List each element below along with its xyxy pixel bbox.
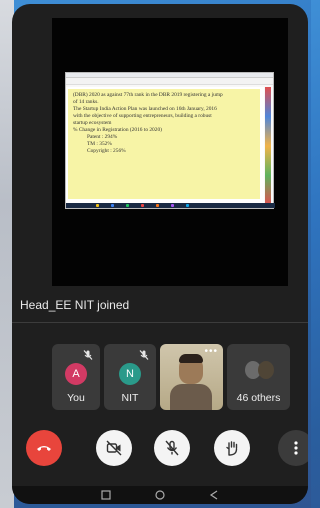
mic-off-icon bbox=[139, 350, 149, 360]
more-options-icon[interactable]: ••• bbox=[204, 346, 218, 357]
ppt-side-toolbar bbox=[265, 87, 271, 205]
more-options-button[interactable] bbox=[278, 430, 308, 466]
raise-hand-button[interactable] bbox=[214, 430, 250, 466]
mic-toggle-button[interactable] bbox=[154, 430, 190, 466]
recent-apps-icon[interactable] bbox=[100, 489, 112, 501]
end-call-button[interactable] bbox=[26, 430, 62, 466]
slide-line: (DBR) 2020 as against 77th rank in the D… bbox=[73, 92, 223, 98]
meeting-screen: (DBR) 2020 as against 77th rank in the D… bbox=[12, 4, 308, 504]
slide-content: (DBR) 2020 as against 77th rank in the D… bbox=[68, 89, 260, 199]
vertical-dots-icon bbox=[294, 441, 298, 455]
home-icon[interactable] bbox=[154, 489, 166, 501]
shared-taskbar bbox=[66, 203, 275, 208]
others-count-label: 46 others bbox=[236, 392, 281, 404]
slide-canvas: (DBR) 2020 as against 77th rank in the D… bbox=[66, 87, 264, 205]
video-person-shirt bbox=[170, 384, 212, 410]
shared-window-toolbar bbox=[66, 78, 273, 85]
android-navigation-bar bbox=[12, 486, 308, 504]
others-tile[interactable]: 46 others bbox=[227, 344, 290, 410]
avatar: N bbox=[119, 363, 141, 385]
slide-line: with the objective of supporting entrepr… bbox=[73, 113, 212, 119]
participant-tile-nit[interactable]: N NIT bbox=[104, 344, 156, 410]
slide-line: Patent : 294% bbox=[87, 134, 118, 140]
mic-off-icon bbox=[165, 440, 179, 456]
shared-screen-window: (DBR) 2020 as against 77th rank in the D… bbox=[65, 72, 275, 209]
mic-off-icon bbox=[83, 350, 93, 360]
slide-line: Copyright : 256% bbox=[87, 148, 126, 154]
avatar: A bbox=[65, 363, 87, 385]
participant-name: You bbox=[67, 392, 85, 404]
slide-line: % Change in Registration (2016 to 2020) bbox=[73, 127, 162, 133]
slide-line: of 14 ranks. bbox=[73, 99, 99, 105]
participant-tile-you[interactable]: A You bbox=[52, 344, 100, 410]
end-call-icon bbox=[37, 446, 51, 451]
divider bbox=[12, 322, 308, 323]
camera-toggle-button[interactable] bbox=[96, 430, 132, 466]
others-avatar-2 bbox=[258, 361, 274, 379]
call-controls bbox=[12, 430, 308, 470]
raise-hand-icon bbox=[226, 441, 238, 456]
back-icon[interactable] bbox=[208, 489, 220, 501]
presentation-view[interactable]: (DBR) 2020 as against 77th rank in the D… bbox=[52, 18, 288, 286]
participant-video-tile[interactable]: ••• bbox=[160, 344, 223, 410]
slide-line: TM : 352% bbox=[87, 141, 112, 147]
camera-off-icon bbox=[106, 440, 122, 456]
video-person-hair bbox=[179, 354, 203, 363]
join-notification: Head_EE NIT joined bbox=[20, 298, 130, 312]
participant-name: NIT bbox=[121, 392, 139, 404]
slide-line: startup ecosystem bbox=[73, 120, 112, 126]
slide-line: The Startup India Action Plan was launch… bbox=[73, 106, 217, 112]
